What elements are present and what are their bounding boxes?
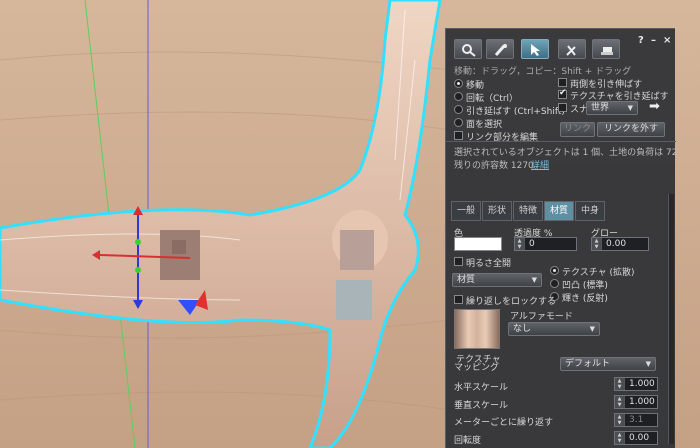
v-scale-value: 1.000 <box>629 397 655 407</box>
stepper-arrows-icon[interactable]: ▲ ▼ <box>515 238 525 250</box>
lock-repeat-checkbox[interactable] <box>454 295 463 304</box>
h-scale-input[interactable]: ▲ ▼ 1.000 <box>614 377 658 391</box>
glow-input[interactable]: ▲ ▼ 0.00 <box>591 237 649 251</box>
help-icon[interactable]: ? <box>638 35 644 46</box>
fullbright-checkbox[interactable] <box>454 257 463 266</box>
edit-linked-checkbox[interactable] <box>454 131 463 140</box>
rotation-value: 0.00 <box>629 433 650 443</box>
tab-general[interactable]: 一般 <box>451 201 481 221</box>
tools-icon <box>566 45 576 56</box>
texture-diffuse-radio[interactable] <box>550 266 559 275</box>
focus-tool-button[interactable] <box>454 39 482 59</box>
magnifier-icon <box>462 44 476 57</box>
select-face-label: 面を選択 <box>466 120 503 130</box>
arrow-right-icon[interactable]: ➡ <box>649 99 660 114</box>
stepper-arrows-icon[interactable]: ▲ ▼ <box>615 378 625 390</box>
bump-label: 凹凸 (標準) <box>562 281 608 291</box>
select-face-radio[interactable] <box>454 118 463 127</box>
move-radio[interactable] <box>454 79 463 88</box>
rotation-input[interactable]: ▲ ▼ 0.00 <box>614 431 658 445</box>
minimize-icon[interactable]: – <box>651 35 656 46</box>
close-icon[interactable]: × <box>663 35 671 46</box>
wand-icon <box>494 44 507 56</box>
texture-diffuse-label: テクスチャ (拡散) <box>562 268 635 278</box>
tab-shape[interactable]: 形状 <box>482 201 512 221</box>
v-scale-input[interactable]: ▲ ▼ 1.000 <box>614 395 658 409</box>
alpha-mode-label: アルファモード <box>510 312 573 322</box>
tool-hint: 移動：ドラッグ，コピー：Shift + ドラッグ <box>454 67 632 77</box>
color-swatch[interactable] <box>454 237 502 251</box>
stepper-arrows-icon[interactable]: ▲ ▼ <box>615 414 625 426</box>
edit-tool-button[interactable] <box>521 39 549 59</box>
material-type-dropdown[interactable]: 材質 <box>452 273 542 287</box>
bulldozer-icon <box>601 47 613 55</box>
tab-contents[interactable]: 中身 <box>575 201 605 221</box>
tab-features[interactable]: 特徴 <box>513 201 543 221</box>
arrow-cursor-icon <box>531 44 540 56</box>
tab-material[interactable]: 材質 <box>544 201 574 221</box>
panel-scrollbar[interactable] <box>668 194 674 444</box>
stretch-both-checkbox[interactable] <box>558 78 567 87</box>
stepper-arrows-icon[interactable]: ▲ ▼ <box>615 396 625 408</box>
lock-repeat-label: 繰り返しをロックする <box>466 297 557 307</box>
snap-dropdown[interactable]: 世界 <box>586 101 638 115</box>
selection-info: 選択されているオブジェクトは 1 個、土地の負荷は 72 <box>454 148 678 158</box>
create-tool-button[interactable] <box>486 39 514 59</box>
glow-value: 0.00 <box>606 239 627 249</box>
stepper-arrows-icon[interactable]: ▲ ▼ <box>615 432 625 444</box>
stretch-texture-checkbox[interactable] <box>558 88 567 99</box>
move-label: 移動 <box>466 81 485 91</box>
land-tool-button[interactable] <box>592 39 620 59</box>
stepper-arrows-icon[interactable]: ▲ ▼ <box>592 238 602 250</box>
repeat-per-meter-value: 3.1 <box>629 415 644 425</box>
transparency-input[interactable]: ▲ ▼ 0 <box>514 237 577 251</box>
transparency-value: 0 <box>529 239 535 249</box>
link-button[interactable]: リンク <box>560 122 595 137</box>
rotation-label: 回転度 <box>454 436 482 446</box>
stretch-radio[interactable] <box>454 105 463 114</box>
remaining-info: 残りの許容数 1270。 <box>454 161 543 171</box>
h-scale-label: 水平スケール <box>454 383 509 393</box>
mapping-label: マッピング <box>454 363 500 373</box>
shiny-label: 輝き (反射) <box>562 294 608 304</box>
repeat-per-meter-input[interactable]: ▲ ▼ 3.1 <box>614 413 658 427</box>
bump-radio[interactable] <box>550 279 559 288</box>
v-scale-label: 垂直スケール <box>454 401 509 411</box>
snap-checkbox[interactable] <box>558 103 567 112</box>
unlink-button[interactable]: リンクを外す <box>597 122 665 137</box>
rotate-label: 回転（Ctrl） <box>466 94 519 104</box>
repeat-per-meter-label: メーターごとに繰り返す <box>454 418 554 428</box>
alpha-mode-dropdown[interactable]: なし <box>508 322 600 336</box>
fullbright-label: 明るさ全開 <box>466 259 512 269</box>
build-tool-panel: ? – × 移動：ドラッグ，コピー：Shift + ドラッグ 移動 回転（Ctr… <box>445 28 678 448</box>
texture-thumbnail[interactable] <box>454 309 500 349</box>
detail-link[interactable]: 詳細 <box>531 158 549 171</box>
rotate-radio[interactable] <box>454 92 463 101</box>
stretch-label: 引き延ばす (Ctrl+Shift) <box>466 107 565 117</box>
build-tool-button[interactable] <box>558 39 586 59</box>
mapping-dropdown[interactable]: デフォルト <box>560 357 656 371</box>
h-scale-value: 1.000 <box>629 379 655 389</box>
